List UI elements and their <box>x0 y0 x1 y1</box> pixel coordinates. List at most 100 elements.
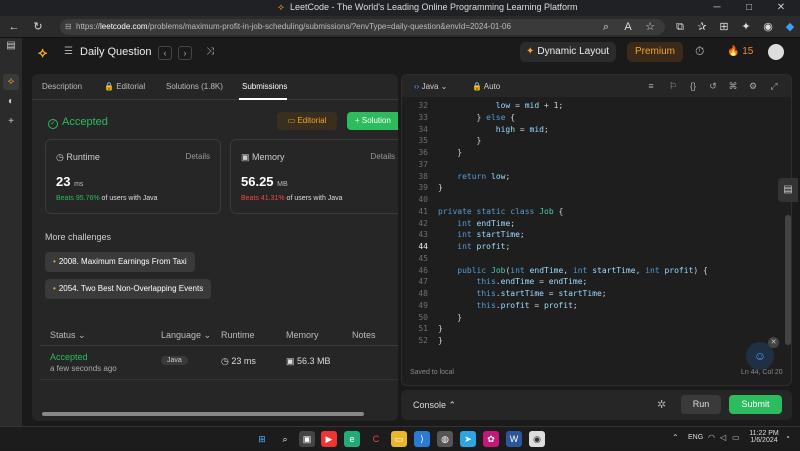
notification-icon[interactable]: ◔ <box>785 433 790 442</box>
memory-card[interactable]: ▣ Memory Details 56.25 MB Beats 41.31% o… <box>230 139 398 214</box>
tab-submissions[interactable]: Submissions <box>242 82 287 91</box>
next-problem-button[interactable]: › <box>178 46 192 60</box>
language-column-header[interactable]: Language ⌄ <box>161 330 211 341</box>
code-line[interactable]: public Job(int endTime, int startTime, i… <box>438 266 708 275</box>
code-line[interactable]: low = mid + 1; <box>438 101 563 110</box>
code-line[interactable]: int profit; <box>438 242 510 251</box>
maximize-icon[interactable]: □ <box>738 1 760 15</box>
code-line[interactable]: } else { <box>438 113 516 122</box>
lock-icon: 🔒 <box>104 82 114 91</box>
copilot-icon[interactable]: ◆ <box>782 19 798 35</box>
zoom-icon[interactable]: ⌕ <box>598 19 614 35</box>
leetcode-header: ⟡ ☰ Daily Question ‹ › ⤨ ✦ Dynamic Layout… <box>22 38 800 68</box>
code-line[interactable]: high = mid; <box>438 125 549 134</box>
line-number: 39 <box>418 183 428 193</box>
code-line[interactable]: } <box>438 324 443 333</box>
tab-solutions[interactable]: Solutions (1.8K) <box>166 82 223 91</box>
code-line[interactable]: } <box>438 148 462 157</box>
reset-icon[interactable]: ↺ <box>707 80 719 92</box>
side-app-icon[interactable]: ◐ <box>3 94 19 110</box>
table-row[interactable]: Accepted a few seconds ago Java ◷ 23 ms … <box>40 346 398 380</box>
close-icon[interactable]: ✕ <box>768 337 779 348</box>
daily-question-link[interactable]: Daily Question <box>80 46 152 58</box>
format-icon[interactable]: ≡ <box>645 80 657 92</box>
console-toggle[interactable]: Console ⌃ <box>413 400 456 411</box>
code-line[interactable]: this.endTime = endTime; <box>438 277 588 286</box>
editorial-button[interactable]: ▭ Editorial <box>277 112 337 130</box>
refresh-icon[interactable]: ↻ <box>30 19 46 35</box>
split-screen-icon[interactable]: ⧉ <box>672 19 688 35</box>
profile-icon[interactable]: ◉ <box>760 19 776 35</box>
memory-details-link[interactable]: Details <box>371 152 395 161</box>
code-line[interactable]: private static class Job { <box>438 207 563 216</box>
code-line[interactable]: } <box>438 183 443 192</box>
submissions-table-header: Status ⌄ Language ⌄ Runtime Memory Notes <box>40 324 398 346</box>
horizontal-scrollbar[interactable] <box>32 410 398 418</box>
row-runtime: ◷ 23 ms <box>221 356 256 366</box>
code-line[interactable]: this.profit = profit; <box>438 301 578 310</box>
code-line[interactable]: } <box>438 313 462 322</box>
favorites-icon[interactable]: ✰ <box>694 19 710 35</box>
volume-icon[interactable]: ◁ <box>720 433 726 442</box>
clock[interactable]: 11:22 PM 1/6/2024 <box>748 430 780 444</box>
leetcode-logo-icon[interactable]: ⟡ <box>38 44 54 60</box>
tab-description[interactable]: Description <box>42 82 82 91</box>
back-icon[interactable]: ← <box>6 19 22 35</box>
premium-button[interactable]: Premium <box>627 42 683 62</box>
vertical-scrollbar[interactable] <box>785 105 791 365</box>
shortcuts-icon[interactable]: ⌘ <box>727 80 739 92</box>
shuffle-icon[interactable]: ⤨ <box>206 46 214 57</box>
settings-gear-icon[interactable]: ⚙ <box>747 80 759 92</box>
code-line[interactable]: } <box>438 336 443 345</box>
auto-mode-toggle[interactable]: 🔒 Auto <box>472 82 500 91</box>
debug-icon[interactable]: ✲ <box>657 398 666 411</box>
favorite-star-icon[interactable]: ☆ <box>642 19 658 35</box>
runtime-card[interactable]: ◷ Runtime Details 23 ms Beats 95.76% of … <box>45 139 221 214</box>
runtime-details-link[interactable]: Details <box>186 152 210 161</box>
browser-tab-title[interactable]: LeetCode - The World's Leading Online Pr… <box>290 2 578 12</box>
run-button[interactable]: Run <box>681 395 721 414</box>
minimize-icon[interactable]: ─ <box>706 1 728 15</box>
line-number: 48 <box>418 289 428 298</box>
leetcode-side-tab-icon[interactable]: ⟡ <box>3 74 19 90</box>
streak-counter[interactable]: 🔥 15 <box>727 46 753 57</box>
scrollbar-thumb[interactable] <box>785 215 791 345</box>
input-language[interactable]: ENG <box>688 434 703 441</box>
expand-icon[interactable]: ⤢ <box>768 80 780 92</box>
code-line[interactable]: this.startTime = startTime; <box>438 289 607 298</box>
avatar[interactable] <box>768 44 784 60</box>
prev-problem-button[interactable]: ‹ <box>158 46 172 60</box>
url-input[interactable]: ⊟ https://leetcode.com/problems/maximum-… <box>60 19 665 35</box>
close-window-icon[interactable]: ✕ <box>770 1 792 15</box>
post-solution-button[interactable]: + Solution <box>347 112 398 130</box>
dynamic-layout-button[interactable]: ✦ Dynamic Layout <box>520 42 616 62</box>
chevron-up-icon[interactable]: ⌃ <box>672 433 679 442</box>
tab-editorial[interactable]: 🔒 Editorial <box>104 82 145 91</box>
challenge-link[interactable]: • 2054. Two Best Non-Overlapping Events <box>45 279 212 299</box>
notes-side-icon[interactable]: ▤ <box>778 178 798 202</box>
extensions-icon[interactable]: ✦ <box>738 19 754 35</box>
language-select[interactable]: ‹› Java ⌄ <box>414 82 447 91</box>
battery-icon[interactable]: ▭ <box>732 433 740 442</box>
braces-icon[interactable]: {} <box>687 80 699 92</box>
tab-actions-icon[interactable]: ▤ <box>3 38 19 54</box>
bullet-icon: • <box>53 284 56 293</box>
wifi-icon[interactable]: ◠ <box>708 433 715 442</box>
code-line[interactable]: return low; <box>438 172 510 181</box>
scrollbar-thumb[interactable] <box>42 412 364 416</box>
code-line[interactable]: } <box>438 136 482 145</box>
challenge-link[interactable]: • 2008. Maximum Earnings From Taxi <box>45 252 195 272</box>
problem-list-icon[interactable]: ☰ <box>64 46 73 57</box>
code-line[interactable]: int endTime; <box>438 219 515 228</box>
row-status[interactable]: Accepted <box>50 352 88 362</box>
read-aloud-icon[interactable]: A <box>620 19 636 35</box>
status-column-header[interactable]: Status ⌄ <box>50 330 86 341</box>
lock-icon: 🔒 <box>472 82 482 91</box>
timer-icon[interactable]: ⏱ <box>695 44 704 59</box>
bookmark-icon[interactable]: ⚐ <box>667 80 679 92</box>
add-side-app-icon[interactable]: + <box>3 114 19 130</box>
code-line[interactable]: int startTime; <box>438 230 524 239</box>
collections-icon[interactable]: ⊞ <box>716 19 732 35</box>
submit-button[interactable]: Submit <box>729 395 782 414</box>
code-area[interactable]: 32 low = mid + 1; 33 } else {34 high = mi… <box>402 97 791 362</box>
